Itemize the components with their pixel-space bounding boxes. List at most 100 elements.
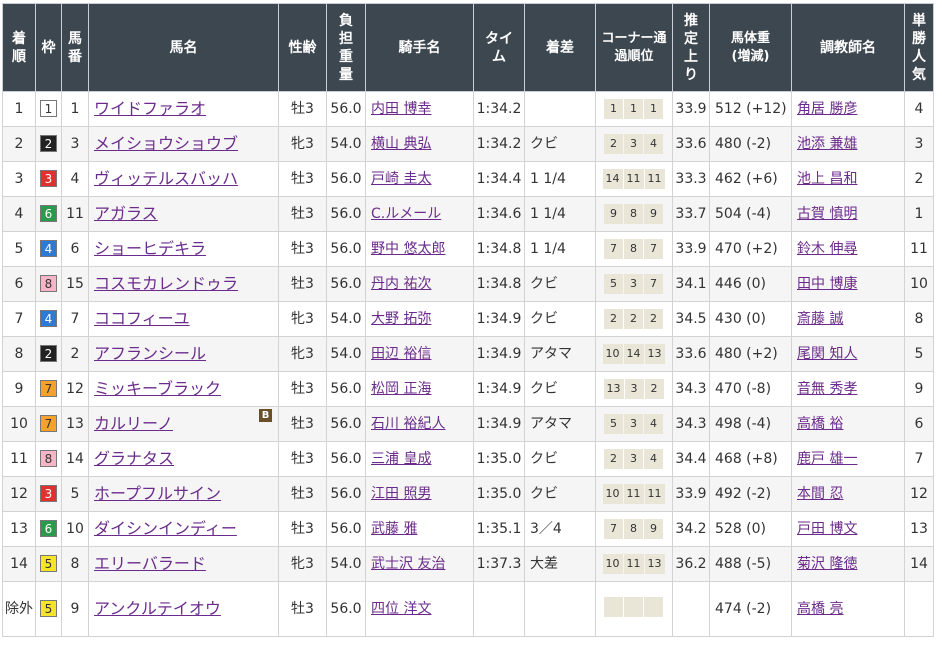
jockey-link[interactable]: 横山 典弘 — [371, 136, 431, 152]
jockey-link[interactable]: 内田 博幸 — [371, 101, 431, 117]
popularity-cell: 4 — [904, 91, 934, 127]
margin-cell: クビ — [524, 441, 596, 477]
trainer-link[interactable]: 鈴木 伸尋 — [797, 241, 857, 257]
last3f-cell: 36.2 — [672, 546, 710, 582]
horse-name-link[interactable]: ミッキーブラック — [94, 379, 221, 398]
corner-position: 11 — [644, 169, 665, 189]
weight-carried-cell: 56.0 — [326, 581, 366, 637]
jockey-link[interactable]: 松岡 正海 — [371, 381, 431, 397]
horse-name-link[interactable]: グラナタス — [94, 449, 174, 468]
jockey-link[interactable]: 戸崎 圭太 — [371, 171, 431, 187]
horse-cell: アンクルテイオウ — [88, 581, 279, 637]
horse-name-link[interactable]: アフランシール — [94, 344, 206, 363]
horse-name-link[interactable]: ショーヒデキラ — [94, 239, 206, 258]
bodyweight-cell: 470 (-8) — [709, 371, 792, 407]
horse-name-link[interactable]: カルリーノ — [94, 414, 173, 433]
jockey-cell: 横山 典弘 — [365, 126, 474, 162]
header-trainer: 調教師名 — [791, 3, 905, 92]
bodyweight-cell: 462 (+6) — [709, 161, 792, 197]
corner-position: 3 — [624, 274, 643, 294]
time-cell: 1:34.2 — [473, 91, 525, 127]
rank-cell: 4 — [2, 196, 36, 232]
corner-position: 3 — [624, 449, 643, 469]
trainer-cell: 古賀 慎明 — [791, 196, 905, 232]
horse-name-link[interactable]: ダイシンインディー — [94, 519, 237, 538]
horse-name-link[interactable]: ココフィーユ — [94, 309, 190, 328]
corner-position: 9 — [604, 204, 623, 224]
rank-cell: 9 — [2, 371, 36, 407]
trainer-link[interactable]: 古賀 慎明 — [797, 206, 857, 222]
margin-cell: アタマ — [524, 336, 596, 372]
rank-cell: 8 — [2, 336, 36, 372]
sexage-cell: 牡3 — [278, 476, 327, 512]
umaban-cell: 10 — [61, 511, 89, 547]
time-cell: 1:35.0 — [473, 476, 525, 512]
corner-cell: 234 — [595, 126, 673, 162]
trainer-link[interactable]: 本間 忍 — [797, 486, 843, 502]
trainer-link[interactable]: 池添 兼雄 — [797, 136, 857, 152]
trainer-link[interactable]: 田中 博康 — [797, 276, 857, 292]
jockey-link[interactable]: 江田 照男 — [371, 486, 431, 502]
jockey-link[interactable]: 田辺 裕信 — [371, 346, 431, 362]
trainer-link[interactable]: 池上 昌和 — [797, 171, 857, 187]
time-cell: 1:35.0 — [473, 441, 525, 477]
horse-name-link[interactable]: ワイドファラオ — [94, 99, 206, 118]
time-cell: 1:34.9 — [473, 406, 525, 442]
weight-carried-cell: 56.0 — [326, 231, 366, 267]
trainer-cell: 戸田 博文 — [791, 511, 905, 547]
jockey-link[interactable]: 三浦 皇成 — [371, 451, 431, 467]
horse-name-link[interactable]: ホープフルサイン — [94, 484, 221, 503]
corner-position: 11 — [623, 484, 644, 504]
last3f-cell: 34.3 — [672, 371, 710, 407]
horse-name-link[interactable]: アガラス — [94, 204, 158, 223]
corner-cell: 789 — [595, 511, 673, 547]
horse-name-link[interactable]: エリーバラード — [94, 554, 206, 573]
jockey-link[interactable]: 石川 裕紀人 — [371, 416, 445, 432]
trainer-link[interactable]: 音無 秀孝 — [797, 381, 857, 397]
bodyweight-cell: 474 (-2) — [709, 581, 792, 637]
trainer-link[interactable]: 戸田 博文 — [797, 521, 857, 537]
table-row: 5 4 6 ショーヒデキラ 牡3 56.0 野中 悠太郎 1:34.8 1 1/… — [2, 231, 934, 267]
trainer-link[interactable]: 角居 勝彦 — [797, 101, 857, 117]
horse-name-link[interactable]: ヴィッテルスバッハ — [94, 169, 238, 188]
umaban-cell: 14 — [61, 441, 89, 477]
horse-cell: ショーヒデキラ — [88, 231, 279, 267]
bodyweight-cell: 446 (0) — [709, 266, 792, 302]
corner-position: 11 — [623, 169, 644, 189]
header-corner: コーナー通過順位 — [595, 3, 673, 92]
corner-cell: 989 — [595, 196, 673, 232]
bodyweight-cell: 512 (+12) — [709, 91, 792, 127]
jockey-link[interactable]: 大野 拓弥 — [371, 311, 431, 327]
corner-position: 2 — [604, 449, 623, 469]
popularity-cell: 3 — [904, 126, 934, 162]
waku-cell: 1 — [35, 91, 62, 127]
jockey-link[interactable]: 武士沢 友治 — [371, 556, 445, 572]
trainer-link[interactable]: 菊沢 隆徳 — [797, 556, 857, 572]
trainer-link[interactable]: 鹿戸 雄一 — [797, 451, 857, 467]
waku-cell: 8 — [35, 441, 62, 477]
jockey-link[interactable]: 丹内 祐次 — [371, 276, 431, 292]
waku-cell: 7 — [35, 371, 62, 407]
trainer-link[interactable]: 尾関 知人 — [797, 346, 857, 362]
jockey-cell: 丹内 祐次 — [365, 266, 474, 302]
jockey-link[interactable]: C.ルメール — [371, 206, 441, 222]
corner-position: 2 — [644, 379, 664, 399]
margin-cell: クビ — [524, 476, 596, 512]
jockey-cell: 野中 悠太郎 — [365, 231, 474, 267]
horse-name-link[interactable]: メイショウショウブ — [94, 134, 238, 153]
weight-carried-cell: 56.0 — [326, 476, 366, 512]
jockey-cell: 松岡 正海 — [365, 371, 474, 407]
sexage-cell: 牝3 — [278, 546, 327, 582]
trainer-link[interactable]: 高橋 亮 — [797, 601, 843, 617]
waku-cell: 2 — [35, 126, 62, 162]
horse-name-link[interactable]: コスモカレンドゥラ — [94, 274, 238, 293]
horse-name-link[interactable]: アンクルテイオウ — [94, 599, 221, 618]
trainer-link[interactable]: 斎藤 誠 — [797, 311, 843, 327]
waku-cell: 3 — [35, 161, 62, 197]
header-weight-carried: 負担重量 — [326, 3, 366, 92]
corner-cell — [595, 581, 673, 637]
jockey-link[interactable]: 野中 悠太郎 — [371, 241, 445, 257]
jockey-link[interactable]: 四位 洋文 — [371, 601, 431, 617]
trainer-link[interactable]: 高橋 裕 — [797, 416, 843, 432]
jockey-link[interactable]: 武藤 雅 — [371, 521, 417, 537]
